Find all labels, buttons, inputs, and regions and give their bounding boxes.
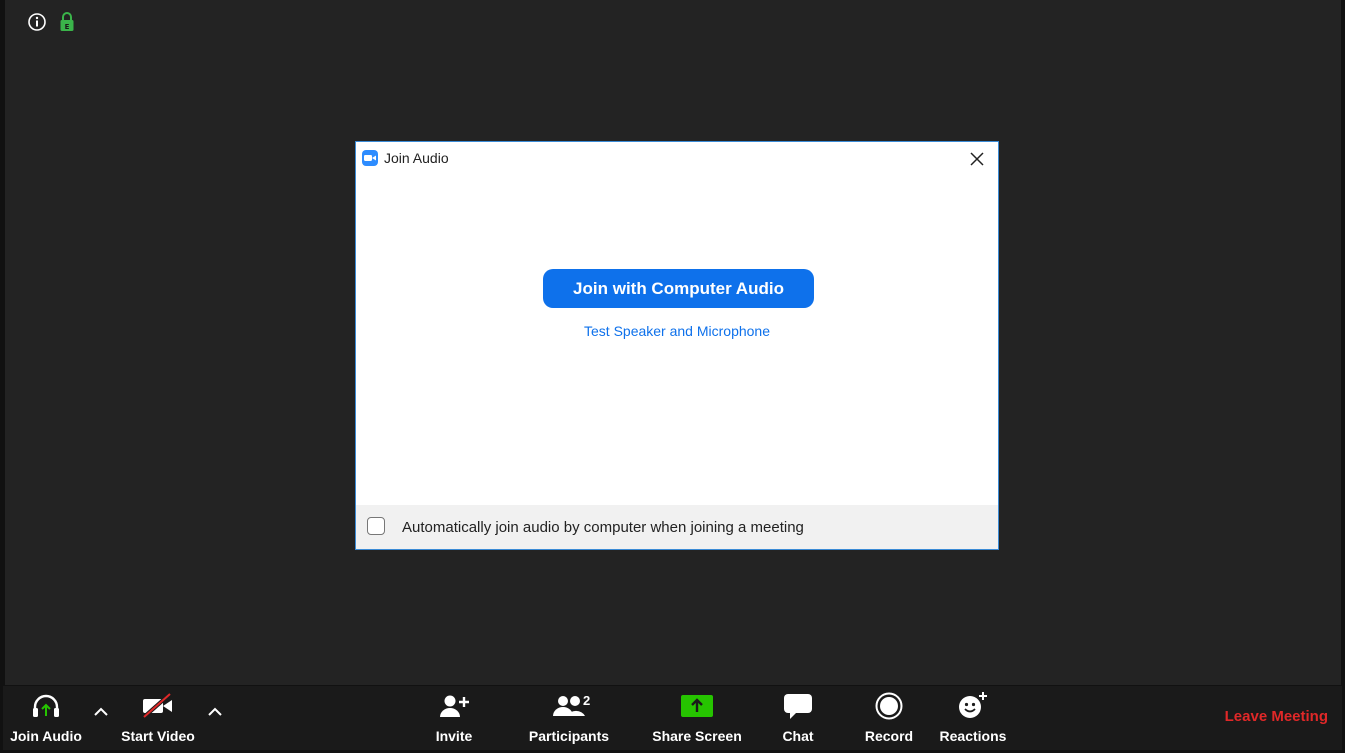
info-icon[interactable] xyxy=(27,12,47,32)
share-screen-button[interactable]: Share Screen xyxy=(651,686,743,750)
join-audio-label: Join Audio xyxy=(10,728,82,744)
share-screen-icon xyxy=(681,686,713,726)
chat-icon xyxy=(783,686,813,726)
test-speaker-microphone-link[interactable]: Test Speaker and Microphone xyxy=(356,323,998,339)
join-computer-audio-button[interactable]: Join with Computer Audio xyxy=(543,269,814,308)
leave-meeting-button[interactable]: Leave Meeting xyxy=(1225,708,1328,725)
participants-label: Participants xyxy=(528,728,610,744)
meeting-toolbar: Join Audio Start Video Invite Participan… xyxy=(3,686,1342,750)
chat-label: Chat xyxy=(782,728,814,744)
video-off-icon xyxy=(141,686,175,726)
svg-text:E: E xyxy=(65,23,70,31)
reactions-label: Reactions xyxy=(939,728,1007,744)
reactions-button[interactable]: Reactions xyxy=(937,686,1009,750)
lock-icon[interactable]: E xyxy=(59,12,75,32)
invite-button[interactable]: Invite xyxy=(424,686,484,750)
start-video-label: Start Video xyxy=(121,728,195,744)
join-audio-button[interactable]: Join Audio xyxy=(7,686,85,750)
chat-button[interactable]: Chat xyxy=(776,686,820,750)
start-video-button[interactable]: Start Video xyxy=(117,686,199,750)
close-icon[interactable] xyxy=(964,146,990,172)
participants-count-badge: 2 xyxy=(583,693,591,708)
record-icon xyxy=(875,686,903,726)
zoom-window: E Join Audio Join with Computer Audio Te… xyxy=(0,0,1345,753)
participants-button[interactable]: Participants 2 xyxy=(527,686,611,750)
dialog-footer: Automatically join audio by computer whe… xyxy=(356,505,998,549)
join-audio-dialog: Join Audio Join with Computer Audio Test… xyxy=(355,141,999,550)
reactions-icon xyxy=(957,686,989,726)
share-screen-label: Share Screen xyxy=(652,728,742,744)
add-person-icon xyxy=(438,686,470,726)
participants-icon xyxy=(552,686,586,726)
caret-up-icon[interactable] xyxy=(91,702,111,722)
dialog-title: Join Audio xyxy=(384,150,449,166)
zoom-logo-icon xyxy=(362,150,378,166)
meeting-area: E Join Audio Join with Computer Audio Te… xyxy=(5,0,1341,685)
headphones-icon xyxy=(31,686,61,726)
record-label: Record xyxy=(864,728,914,744)
auto-join-checkbox[interactable] xyxy=(367,517,385,535)
invite-label: Invite xyxy=(435,728,473,744)
auto-join-label[interactable]: Automatically join audio by computer whe… xyxy=(402,519,804,536)
record-button[interactable]: Record xyxy=(859,686,919,750)
dialog-titlebar: Join Audio xyxy=(356,142,998,174)
caret-up-icon[interactable] xyxy=(205,702,225,722)
